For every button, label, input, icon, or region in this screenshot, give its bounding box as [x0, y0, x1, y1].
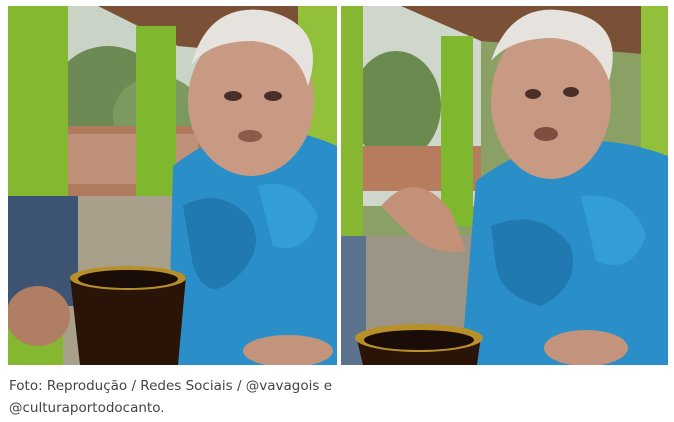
- caption-line-1: Foto: Reprodução / Redes Sociais / @vava…: [9, 378, 333, 394]
- caption-line-2: @culturaportodocanto.: [9, 400, 165, 416]
- photo-left: [8, 6, 337, 365]
- photo-caption: Foto: Reprodução / Redes Sociais / @vava…: [9, 375, 649, 419]
- photo-right: [341, 6, 668, 365]
- photo-collage: [8, 6, 668, 365]
